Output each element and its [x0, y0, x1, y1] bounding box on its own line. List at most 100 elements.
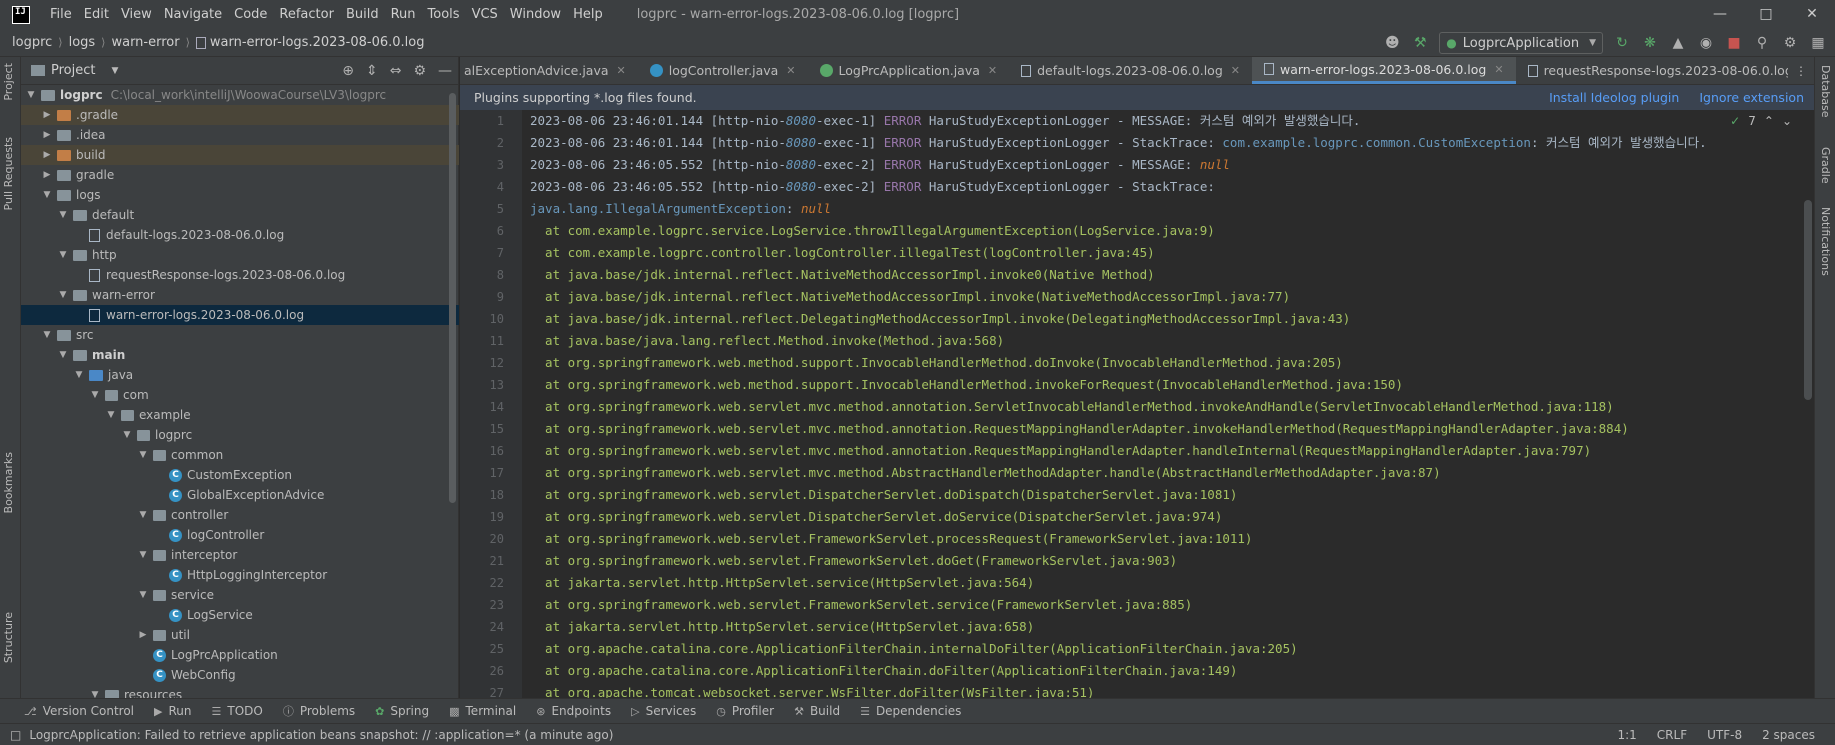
tree-item-warn-error-log[interactable]: warn-error-logs.2023-08-06.0.log: [21, 305, 459, 325]
chevron-down-icon[interactable]: ▼: [137, 450, 149, 460]
tab-logprc-application[interactable]: LogPrcApplication.java ✕: [808, 57, 1010, 84]
tree-item-global-exception-advice[interactable]: C GlobalExceptionAdvice: [21, 485, 459, 505]
menu-help[interactable]: Help: [567, 0, 609, 29]
inspection-widget[interactable]: ✓ 7 ⌃ ⌄: [1730, 114, 1792, 128]
tree-item-http-logging-interceptor[interactable]: C HttpLoggingInterceptor: [21, 565, 459, 585]
tree-item-build[interactable]: ▶ build: [21, 145, 459, 165]
ignore-extension-link[interactable]: Ignore extension: [1699, 90, 1804, 105]
expand-all-icon[interactable]: ⇕: [366, 63, 378, 79]
chevron-down-icon[interactable]: ▼: [105, 410, 117, 420]
chevron-down-icon[interactable]: ▼: [137, 550, 149, 560]
status-window-icon[interactable]: □: [10, 728, 21, 742]
status-message[interactable]: LogprcApplication: Failed to retrieve ap…: [29, 728, 613, 742]
close-icon[interactable]: ✕: [786, 64, 795, 77]
menu-vcs[interactable]: VCS: [466, 0, 504, 29]
chevron-down-icon[interactable]: ▼: [25, 90, 37, 100]
log-content[interactable]: 2023-08-06 23:46:01.144 [http-nio-8080-e…: [530, 110, 1794, 704]
tool-endpoints[interactable]: ⊛ Endpoints: [536, 704, 611, 718]
gear-icon[interactable]: ⚙: [1781, 34, 1799, 52]
chevron-down-icon[interactable]: ▼: [137, 510, 149, 520]
tool-tab-structure[interactable]: Structure: [2, 612, 15, 663]
tool-version-control[interactable]: ⎇ Version Control: [24, 704, 134, 718]
menu-edit[interactable]: Edit: [78, 0, 115, 29]
chevron-right-icon[interactable]: ▶: [137, 630, 149, 640]
close-icon[interactable]: ✕: [1231, 64, 1240, 77]
tree-item-root[interactable]: ▼ logprc C:\local_work\intelliJ\WoowaCou…: [21, 85, 459, 105]
tree-item-logprc-application[interactable]: C LogPrcApplication: [21, 645, 459, 665]
chevron-up-icon[interactable]: ⌃: [1764, 114, 1774, 128]
menu-build[interactable]: Build: [340, 0, 385, 29]
menu-file[interactable]: File: [44, 0, 78, 29]
tool-todo[interactable]: ☰ TODO: [212, 704, 263, 718]
line-separator[interactable]: CRLF: [1657, 728, 1687, 742]
tree-item-service[interactable]: ▼ service: [21, 585, 459, 605]
caret-position[interactable]: 1:1: [1617, 728, 1636, 742]
tree-item-interceptor[interactable]: ▼ interceptor: [21, 545, 459, 565]
debug-icon[interactable]: ❋: [1641, 34, 1659, 52]
tree-item-log-controller[interactable]: C logController: [21, 525, 459, 545]
menu-run[interactable]: Run: [385, 0, 422, 29]
tab-default-logs[interactable]: default-logs.2023-08-06.0.log ✕: [1009, 57, 1252, 84]
chevron-right-icon[interactable]: ▶: [41, 150, 53, 160]
close-icon[interactable]: ✕: [988, 64, 997, 77]
coverage-icon[interactable]: ▲: [1669, 34, 1687, 52]
indent-setting[interactable]: 2 spaces: [1762, 728, 1815, 742]
tree-item-gradle[interactable]: ▶ gradle: [21, 165, 459, 185]
breadcrumb-logs[interactable]: logs: [69, 35, 96, 50]
collapse-all-icon[interactable]: ⇔: [390, 63, 402, 79]
tree-item-util[interactable]: ▶ util: [21, 625, 459, 645]
chevron-down-icon[interactable]: ▼: [41, 330, 53, 340]
menu-code[interactable]: Code: [228, 0, 273, 29]
tool-profiler[interactable]: ◷ Profiler: [716, 704, 774, 718]
tool-tab-gradle[interactable]: Gradle: [1819, 147, 1832, 184]
tab-log-controller[interactable]: logController.java ✕: [638, 57, 808, 84]
tree-item-default-log[interactable]: default-logs.2023-08-06.0.log: [21, 225, 459, 245]
chevron-down-icon[interactable]: ▼: [57, 250, 69, 260]
tool-spring[interactable]: ✿ Spring: [375, 704, 429, 718]
rerun-icon[interactable]: ↻: [1613, 34, 1631, 52]
tree-item-default[interactable]: ▼ default: [21, 205, 459, 225]
menu-navigate[interactable]: Navigate: [158, 0, 228, 29]
chevron-down-icon[interactable]: ▼: [73, 370, 85, 380]
chevron-down-icon[interactable]: ▼: [89, 390, 101, 400]
tree-item-log-service[interactable]: C LogService: [21, 605, 459, 625]
tree-item-web-config[interactable]: C WebConfig: [21, 665, 459, 685]
tree-item-custom-exception[interactable]: C CustomException: [21, 465, 459, 485]
search-icon[interactable]: ⚲: [1753, 34, 1771, 52]
chevron-down-icon[interactable]: ⌄: [1782, 114, 1792, 128]
hammer-icon[interactable]: ⚒: [1411, 34, 1429, 52]
tool-tab-bookmarks[interactable]: Bookmarks: [2, 452, 15, 513]
chevron-down-icon[interactable]: ▼: [57, 210, 69, 220]
tree-item-src[interactable]: ▼ src: [21, 325, 459, 345]
tab-global-exception-advice[interactable]: alExceptionAdvice.java ✕: [460, 57, 638, 84]
tree-item-main[interactable]: ▼ main: [21, 345, 459, 365]
code-area[interactable]: 1 2 3 4 5 6 7 8 9 10 11 12 13 14 15 16 17 18 19 20 21 22 23 24 2…: [460, 110, 1814, 700]
tree-item-logprc-pkg[interactable]: ▼ logprc: [21, 425, 459, 445]
profile-icon[interactable]: ◉: [1697, 34, 1715, 52]
menu-window[interactable]: Window: [504, 0, 567, 29]
tree-item-java[interactable]: ▼ java: [21, 365, 459, 385]
tree-item-warn-error[interactable]: ▼ warn-error: [21, 285, 459, 305]
tool-run[interactable]: ▶ Run: [154, 704, 191, 718]
maximize-icon[interactable]: □: [1743, 0, 1789, 29]
hide-icon[interactable]: —: [438, 63, 452, 79]
tool-tab-pull-requests[interactable]: Pull Requests: [2, 137, 15, 210]
tab-request-response-logs[interactable]: requestResponse-logs.2023-08-06.0.log ✕: [1516, 57, 1814, 84]
breadcrumb-warn-error[interactable]: warn-error: [111, 35, 179, 50]
run-configuration-select[interactable]: ● LogprcApplication ▼: [1439, 32, 1603, 54]
gear-icon[interactable]: ⚙: [413, 63, 426, 79]
chevron-down-icon[interactable]: ▼: [111, 66, 118, 76]
tab-warn-error-logs[interactable]: warn-error-logs.2023-08-06.0.log ✕: [1251, 57, 1516, 84]
tree-item-common[interactable]: ▼ common: [21, 445, 459, 465]
tree-item-idea[interactable]: ▶ .idea: [21, 125, 459, 145]
menu-refactor[interactable]: Refactor: [273, 0, 340, 29]
close-icon[interactable]: ✕: [1494, 63, 1503, 76]
editor-scrollbar[interactable]: [1804, 200, 1812, 400]
tool-tab-database[interactable]: Database: [1819, 65, 1832, 118]
chevron-down-icon[interactable]: ▼: [57, 290, 69, 300]
locate-icon[interactable]: ⊕: [342, 63, 354, 79]
close-icon[interactable]: ✕: [617, 64, 626, 77]
tree-item-gradle-dir[interactable]: ▶ .gradle: [21, 105, 459, 125]
tool-tab-notifications[interactable]: Notifications: [1819, 207, 1832, 276]
tree-item-logs[interactable]: ▼ logs: [21, 185, 459, 205]
